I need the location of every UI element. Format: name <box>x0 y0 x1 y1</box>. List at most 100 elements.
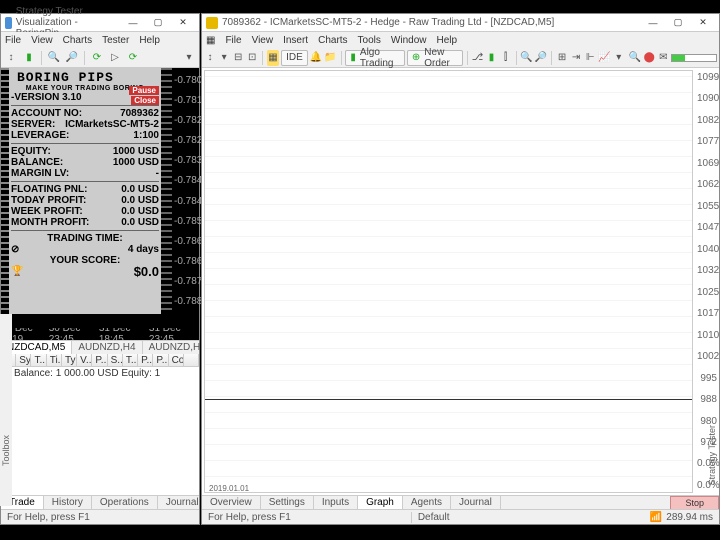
folder-icon[interactable]: ▦ <box>267 50 279 66</box>
bell-icon[interactable]: 🔔 <box>310 50 322 66</box>
leverage-value: 1:100 <box>133 130 159 141</box>
chart-plot[interactable]: 2019.01.01 <box>204 70 693 493</box>
step-icon[interactable]: ▷ <box>107 50 123 66</box>
candles-icon[interactable]: ▮ <box>21 50 37 66</box>
ide-button[interactable]: IDE <box>281 50 308 66</box>
stop-button[interactable]: Stop <box>670 496 719 510</box>
close-badge[interactable]: Close <box>131 96 159 105</box>
zoom-in-icon[interactable]: 🔍 <box>46 50 62 66</box>
menu-help[interactable]: Help <box>436 35 457 46</box>
table-column[interactable]: T.. <box>31 354 46 366</box>
bottom-tab[interactable]: Operations <box>92 496 158 510</box>
week-label: WEEK PROFIT: <box>11 206 83 217</box>
zoom-out-icon[interactable]: 🔎 <box>535 50 547 66</box>
margin-value: - <box>156 168 159 179</box>
toggle-icon[interactable]: ↕ <box>3 50 19 66</box>
table-column[interactable]: S.. <box>108 354 123 366</box>
mail-icon[interactable]: ✉ <box>657 50 669 66</box>
table-column[interactable]: P.. <box>138 354 153 366</box>
toolbox-label: Toolbox <box>1 435 11 466</box>
maximize-button[interactable]: ▢ <box>666 16 690 30</box>
zoom-in-icon[interactable]: 🔍 <box>520 50 532 66</box>
toolbar-right: ↕ ▾ ⊟ ⊡ ▦ IDE 🔔 📁 ▮Algo Trading ⊕New Ord… <box>202 48 719 68</box>
nav-icon[interactable]: ⊟ <box>232 50 244 66</box>
bottom-tab[interactable]: Settings <box>261 496 314 510</box>
table-column[interactable]: Sy.. <box>16 354 31 366</box>
maximize-button[interactable]: ▢ <box>146 16 170 30</box>
table-column[interactable]: Ti.. <box>47 354 62 366</box>
account-label: ACCOUNT NO: <box>11 108 82 119</box>
menu-charts[interactable]: Charts <box>318 35 347 46</box>
pause-badge[interactable]: Pause <box>129 86 159 95</box>
titlebar-right[interactable]: 7089362 - ICMarketsSC-MT5-2 - Hedge - Ra… <box>202 14 719 32</box>
close-button[interactable]: ✕ <box>691 16 715 30</box>
strategy-tester-tab[interactable]: Strategy Tester <box>707 88 719 495</box>
nav-icon[interactable]: ⊡ <box>246 50 258 66</box>
table-column[interactable]: Co.. <box>169 354 184 366</box>
y-tick: -0.78425 <box>174 175 197 186</box>
bottom-tab[interactable]: Graph <box>358 496 403 510</box>
table-column[interactable]: Type <box>62 354 77 366</box>
search-icon[interactable]: 🔍 <box>629 50 641 66</box>
toolbar-left: ↕ ▮ 🔍 🔎 ⟳ ▷ ⟳ ▾ <box>1 48 199 68</box>
equity-value: 1000 USD <box>113 146 159 157</box>
close-button[interactable]: ✕ <box>171 16 195 30</box>
shift-icon[interactable]: ⊩ <box>584 50 596 66</box>
balance-row[interactable]: ▸ Balance: 1 000.00 USD Equity: 1 000.00… <box>1 367 199 380</box>
bottom-tab[interactable]: Journal <box>451 496 501 510</box>
indicator-icon[interactable]: 📈 <box>598 50 610 66</box>
table-column[interactable]: P.. <box>92 354 107 366</box>
algo-trading-button[interactable]: ▮Algo Trading <box>345 50 405 66</box>
table-column[interactable]: P.. <box>153 354 168 366</box>
menu-file[interactable]: File <box>5 35 21 46</box>
alert-icon[interactable]: ⬤ <box>643 50 655 66</box>
menu-tester[interactable]: Tester <box>102 35 129 46</box>
status-bar-right: For Help, press F1 Default 📶 289.94 ms <box>202 509 719 524</box>
chart-area-right[interactable]: 2019.01.01 10991090108210771069106210551… <box>202 68 719 495</box>
chart-decoration <box>1 68 9 314</box>
menu-insert[interactable]: Insert <box>283 35 308 46</box>
balance-value: 1000 USD <box>113 157 159 168</box>
y-tick: -0.78690 <box>174 256 197 267</box>
menu-view[interactable]: View <box>252 35 274 46</box>
dropdown-icon[interactable]: ▾ <box>218 50 230 66</box>
empty-trades-area <box>1 380 199 495</box>
table-column[interactable]: V.. <box>77 354 92 366</box>
minimize-button[interactable]: — <box>641 16 665 30</box>
bottom-tab[interactable]: History <box>44 496 92 510</box>
toggle-icon[interactable]: ↕ <box>204 50 216 66</box>
bottom-tab[interactable]: Overview <box>202 496 261 510</box>
status-profile[interactable]: Default <box>411 512 450 523</box>
zoom-out-icon[interactable]: 🔎 <box>64 50 80 66</box>
symbol-tab[interactable]: AUDNZD,H4 <box>72 341 142 355</box>
menu-view[interactable]: View <box>31 35 53 46</box>
toolbox-vertical[interactable]: Toolbox <box>0 314 12 506</box>
new-order-button[interactable]: ⊕New Order <box>407 50 463 66</box>
y-tick: -0.78825 <box>174 296 197 307</box>
bars-icon[interactable]: ⫿ <box>500 50 512 66</box>
chart-area-left[interactable]: Pause Close BORING PIPS MAKE YOUR TRADIN… <box>1 68 199 328</box>
bottom-tab[interactable]: Agents <box>403 496 451 510</box>
folder-icon[interactable]: 📁 <box>324 50 336 66</box>
play-icon[interactable]: ⟳ <box>89 50 105 66</box>
menu-help[interactable]: Help <box>139 35 160 46</box>
table-column[interactable] <box>184 354 199 366</box>
minimize-button[interactable]: — <box>121 16 145 30</box>
mt-icon[interactable]: ▦ <box>206 35 215 46</box>
menu-window[interactable]: Window <box>391 35 427 46</box>
bottom-tab[interactable]: Inputs <box>314 496 358 510</box>
scroll-icon[interactable]: ⇥ <box>570 50 582 66</box>
candles-icon[interactable]: ▮ <box>486 50 498 66</box>
titlebar-left[interactable]: Strategy Tester Visualization - BoringPi… <box>1 14 199 32</box>
menu-file[interactable]: File <box>225 35 241 46</box>
dropdown-icon[interactable]: ▾ <box>613 50 625 66</box>
grid-icon[interactable]: ⊞ <box>556 50 568 66</box>
down-icon[interactable]: ▾ <box>181 50 197 66</box>
forward-icon[interactable]: ⟳ <box>125 50 141 66</box>
table-column[interactable]: T.. <box>123 354 138 366</box>
y-tick: -0.78760 <box>174 276 197 287</box>
version: -VERSION 3.10 <box>11 92 82 103</box>
line-chart-icon[interactable]: ⎇ <box>471 50 483 66</box>
menu-tools[interactable]: Tools <box>358 35 381 46</box>
menu-charts[interactable]: Charts <box>63 35 92 46</box>
